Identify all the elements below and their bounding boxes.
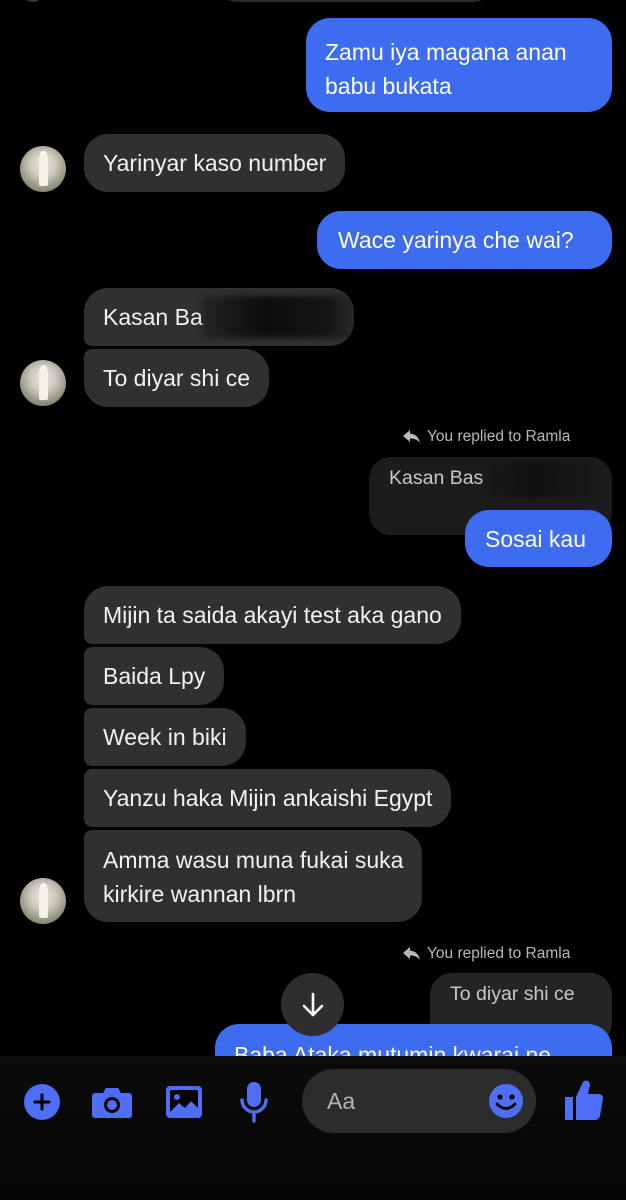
camera-icon (92, 1088, 132, 1118)
emoji-button[interactable] (487, 1082, 525, 1120)
add-button[interactable] (24, 1084, 60, 1120)
received-message-bubble[interactable]: Week in biki (84, 708, 246, 766)
arrow-down-icon (302, 992, 323, 1016)
received-message-bubble[interactable]: Yarinyar kaso number (84, 134, 346, 192)
received-message-bubble[interactable]: Mijin ta saida akayi test aka gano (84, 586, 461, 644)
cut-off-bubble-top (22, 0, 44, 2)
voice-button[interactable] (236, 1080, 272, 1124)
message-text: Week in biki (103, 724, 227, 750)
cut-off-bubble-top-2 (220, 0, 490, 2)
redaction-overlay (487, 463, 607, 497)
reply-arrow-icon (403, 947, 420, 960)
message-text: Mijin ta saida akayi test aka gano (103, 602, 442, 628)
message-input-placeholder: Aa (327, 1087, 356, 1114)
message-text: Yanzu haka Mijin ankaishi Egypt (103, 785, 433, 811)
scroll-to-bottom-button[interactable] (281, 973, 344, 1036)
received-message-bubble[interactable]: Yanzu haka Mijin ankaishi Egypt (84, 769, 452, 827)
message-text: Wace yarinya che wai? (338, 227, 574, 253)
received-message-bubble[interactable]: To diyar shi ce (84, 349, 270, 407)
received-message-bubble[interactable]: Kasan Ba (84, 288, 354, 346)
camera-button[interactable] (90, 1082, 134, 1122)
message-text: To diyar shi ce (103, 365, 251, 391)
message-text: Zamu iya magana anan (325, 39, 567, 65)
quoted-text: Kasan Bas (389, 467, 484, 489)
message-text: Baida Lpy (103, 663, 206, 689)
thumbs-up-icon (565, 1080, 604, 1121)
microphone-icon (240, 1082, 268, 1123)
contact-avatar[interactable] (20, 360, 66, 406)
contact-avatar[interactable] (20, 878, 66, 924)
redaction-overlay (202, 296, 354, 338)
message-text: Amma wasu muna fukai suka (103, 847, 404, 873)
image-icon (166, 1086, 202, 1118)
sent-message-bubble[interactable]: Wace yarinya che wai? (317, 211, 612, 269)
message-text: Yarinyar kaso number (103, 150, 327, 176)
reply-indicator: You replied to Ramla (403, 428, 570, 446)
received-message-bubble[interactable]: Baida Lpy (84, 647, 225, 705)
sent-message-bubble[interactable]: Baba Ataka mutumin kwarai ne (215, 1024, 612, 1056)
contact-avatar[interactable] (20, 146, 66, 192)
message-text: babu bukata (325, 73, 452, 99)
plus-icon (33, 1093, 51, 1111)
reply-label: You replied to Ramla (427, 428, 571, 445)
message-text: Baba Ataka mutumin kwarai ne (234, 1042, 552, 1056)
reply-indicator: You replied to Ramla (403, 945, 570, 963)
like-button[interactable] (563, 1078, 605, 1122)
gallery-button[interactable] (164, 1082, 204, 1122)
reply-label: You replied to Ramla (427, 945, 571, 962)
sent-message-bubble[interactable]: Sosai kau (465, 510, 612, 567)
received-message-bubble[interactable]: Amma wasu muna fukai suka kirkire wannan… (84, 830, 423, 922)
reply-arrow-icon (403, 430, 420, 443)
message-text: Sosai kau (485, 526, 587, 552)
emoji-icon (489, 1084, 523, 1118)
sent-message-bubble[interactable]: Zamu iya magana anan babu bukata (306, 18, 612, 112)
message-text: kirkire wannan lbrn (103, 881, 297, 907)
message-text: Kasan Ba (103, 304, 203, 330)
